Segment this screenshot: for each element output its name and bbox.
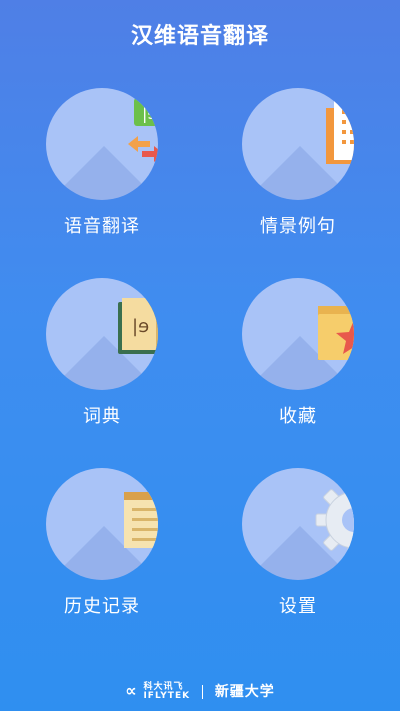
menu-label-history: 历史记录 [64, 596, 140, 617]
menu-label-speech-translate: 语音翻译 [64, 216, 140, 237]
menu-item-favorites[interactable]: 收藏 [228, 278, 368, 448]
iflytek-logo-icon: ∝ [125, 681, 138, 700]
dictionary-book-icon: |ɘ [46, 278, 158, 390]
menu-item-settings[interactable]: 设置 [228, 468, 368, 638]
menu-label-example-sentences: 情景例句 [260, 216, 336, 237]
menu-label-dictionary: 词典 [83, 406, 121, 427]
brand-logo-text: 科大讯飞 IFLYTEK [143, 683, 190, 701]
footer-brand: ∝ 科大讯飞 IFLYTEK 新疆大学 [0, 681, 400, 701]
menu-label-favorites: 收藏 [279, 406, 317, 427]
menu-item-dictionary[interactable]: |ɘ 词典 [32, 278, 172, 448]
settings-gear-icon [242, 468, 354, 580]
menu-label-settings: 设置 [279, 596, 317, 617]
brand-en: IFLYTEK [143, 691, 191, 701]
footer-divider [201, 685, 203, 699]
svg-text:|ɘ: |ɘ [142, 104, 157, 123]
app-title: 汉维语音翻译 [130, 24, 269, 49]
menu-item-history[interactable]: 历史记录 [32, 468, 172, 638]
speech-translate-icon: |ɘ 中 [46, 88, 158, 200]
history-notes-icon [46, 468, 158, 580]
favorite-folder-icon [242, 278, 354, 390]
menu-item-speech-translate[interactable]: |ɘ 中 语音翻译 [32, 88, 172, 258]
partner-name: 新疆大学 [214, 684, 275, 700]
document-list-icon [242, 88, 354, 200]
svg-text:|ɘ: |ɘ [132, 316, 149, 337]
menu-item-example-sentences[interactable]: 情景例句 [228, 88, 368, 258]
